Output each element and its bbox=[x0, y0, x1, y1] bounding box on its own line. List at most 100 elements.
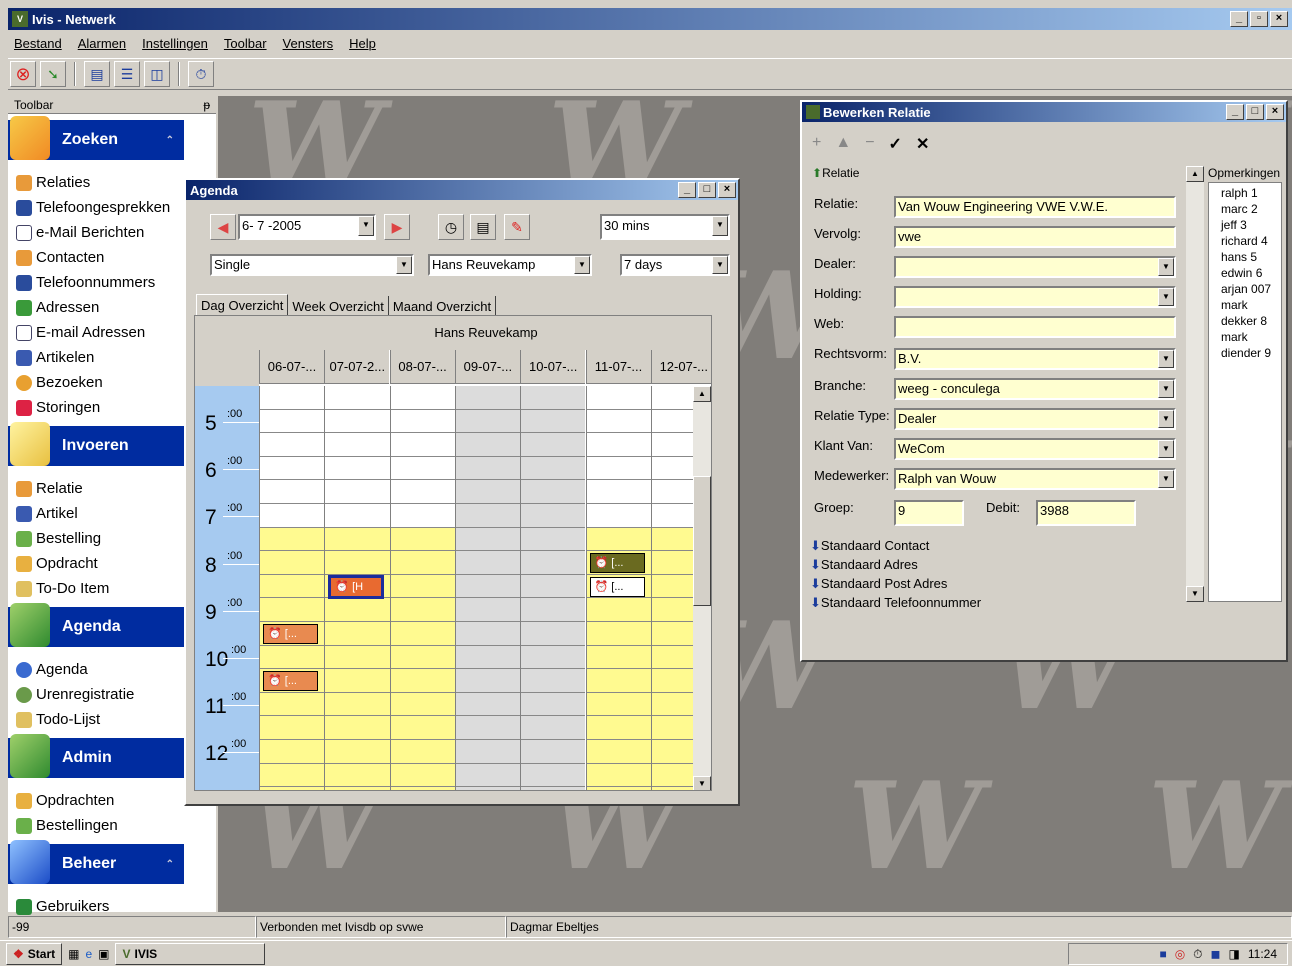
day-column[interactable] bbox=[454, 386, 521, 790]
day-header[interactable]: 11-07-... bbox=[585, 350, 651, 384]
task-ivis[interactable]: V IVIS bbox=[115, 942, 266, 965]
chevron-down-icon[interactable]: ▼ bbox=[712, 256, 728, 274]
group-invoeren[interactable]: Invoeren bbox=[8, 422, 184, 466]
chevron-down-icon[interactable]: ▼ bbox=[358, 216, 374, 236]
day-header[interactable]: 06-07-... bbox=[259, 350, 324, 384]
chevron-down-icon[interactable]: ▼ bbox=[1158, 380, 1174, 398]
klantvan-select[interactable]: WeCom ▼ bbox=[894, 438, 1176, 460]
opmerking-item[interactable]: marc 2 bbox=[1221, 201, 1281, 217]
section-standaard-telefoonnummer[interactable]: ⬇Standaard Telefoonnummer bbox=[810, 595, 1184, 607]
menu-instellingen[interactable]: Instellingen bbox=[142, 36, 208, 51]
scroll-down-button[interactable]: ▼ bbox=[693, 776, 711, 790]
cascade-button[interactable]: ▤ bbox=[84, 61, 110, 87]
day-header[interactable]: 07-07-2... bbox=[324, 350, 390, 384]
section-standaard-contact[interactable]: ⬇Standaard Contact bbox=[810, 538, 1184, 557]
mode-select[interactable]: Single ▼ bbox=[210, 254, 414, 276]
opmerking-item[interactable]: arjan 007 bbox=[1221, 281, 1281, 297]
day-column[interactable] bbox=[389, 386, 455, 790]
scroll-up-button[interactable]: ▲ bbox=[693, 386, 711, 402]
scroll-thumb[interactable] bbox=[693, 476, 711, 606]
debit-field[interactable]: 3988 bbox=[1036, 500, 1136, 526]
tile-vertical-button[interactable]: ◫ bbox=[144, 61, 170, 87]
collapse-icon[interactable]: ⌃ bbox=[166, 859, 174, 870]
section-standaard-post-adres[interactable]: ⬇Standaard Post Adres bbox=[810, 576, 1184, 595]
channel-icon[interactable]: ▣ bbox=[98, 947, 109, 961]
next-day-button[interactable]: ▶ bbox=[384, 214, 410, 240]
opmerking-item[interactable]: edwin 6 bbox=[1221, 265, 1281, 281]
day-column[interactable] bbox=[259, 386, 325, 790]
maximize-button[interactable]: □ bbox=[698, 182, 716, 198]
cancel-icon[interactable]: ✕ bbox=[916, 134, 929, 154]
timer-button[interactable]: ⏱ bbox=[188, 61, 214, 87]
maximize-button[interactable]: □ bbox=[1246, 104, 1264, 120]
dealer-select[interactable]: ▼ bbox=[894, 256, 1176, 278]
day-header[interactable]: 09-07-... bbox=[454, 350, 520, 384]
up-icon[interactable]: ▲ bbox=[835, 134, 851, 154]
opmerking-item[interactable]: hans 5 bbox=[1221, 249, 1281, 265]
edit-button[interactable]: ✎ bbox=[504, 214, 530, 240]
menu-vensters[interactable]: Vensters bbox=[283, 36, 334, 51]
tray-clock-icon[interactable]: ⏱ bbox=[1193, 947, 1202, 962]
appointment[interactable]: ⏰ [... bbox=[263, 624, 319, 644]
add-icon[interactable]: + bbox=[812, 134, 821, 154]
appointment[interactable]: ⏰ [H bbox=[328, 574, 384, 599]
day-header[interactable]: 12-07-... bbox=[650, 350, 711, 384]
chevron-down-icon[interactable]: ▼ bbox=[1158, 410, 1174, 428]
day-header[interactable]: 10-07-... bbox=[520, 350, 586, 384]
opmerking-item[interactable]: diender 9 bbox=[1221, 345, 1281, 361]
group-admin[interactable]: Admin bbox=[8, 734, 184, 778]
menu-toolbar[interactable]: Toolbar bbox=[224, 36, 267, 51]
chevron-down-icon[interactable]: ▼ bbox=[1158, 470, 1174, 488]
user-select[interactable]: Hans Reuvekamp ▼ bbox=[428, 254, 592, 276]
web-field[interactable] bbox=[894, 316, 1176, 338]
chevron-down-icon[interactable]: ▼ bbox=[712, 216, 728, 236]
section-standaard-adres[interactable]: ⬇Standaard Adres bbox=[810, 557, 1184, 576]
minimize-button[interactable]: _ bbox=[1230, 11, 1248, 27]
chevron-down-icon[interactable]: ▼ bbox=[1158, 440, 1174, 458]
group-beheer[interactable]: Beheer ⌃ bbox=[8, 840, 184, 884]
minimize-button[interactable]: _ bbox=[678, 182, 696, 198]
tab-week-overzicht[interactable]: Week Overzicht bbox=[288, 296, 389, 317]
medewerker-select[interactable]: Ralph van Wouw ▼ bbox=[894, 468, 1176, 490]
chevron-down-icon[interactable]: ▼ bbox=[1158, 288, 1174, 306]
remove-icon[interactable]: − bbox=[865, 134, 874, 154]
vertical-scrollbar[interactable]: ▲ ▼ bbox=[693, 386, 711, 790]
relatietype-select[interactable]: Dealer ▼ bbox=[894, 408, 1176, 430]
opmerking-item[interactable]: dekker 8 bbox=[1221, 313, 1281, 329]
confirm-icon[interactable]: ✓ bbox=[889, 134, 902, 154]
minimize-button[interactable]: _ bbox=[1226, 104, 1244, 120]
chevron-down-icon[interactable]: ▼ bbox=[1158, 350, 1174, 368]
opmerking-item[interactable]: richard 4 bbox=[1221, 233, 1281, 249]
tab-dag-overzicht[interactable]: Dag Overzicht bbox=[196, 294, 289, 317]
group-zoeken[interactable]: Zoeken ⌃ bbox=[8, 116, 184, 160]
scroll-up-button[interactable]: ▲ bbox=[1186, 166, 1204, 182]
tray-network-icon[interactable]: ■ bbox=[1159, 947, 1166, 961]
opmerking-item[interactable]: ralph 1 bbox=[1221, 185, 1281, 201]
tab-maand-overzicht[interactable]: Maand Overzicht bbox=[389, 296, 497, 317]
appointment[interactable]: ⏰ [... bbox=[589, 576, 645, 597]
close-button[interactable]: × bbox=[718, 182, 736, 198]
vervolg-field[interactable]: vwe bbox=[894, 226, 1176, 248]
day-header[interactable]: 08-07-... bbox=[389, 350, 455, 384]
chevron-down-icon[interactable]: ▼ bbox=[1158, 258, 1174, 276]
day-column[interactable] bbox=[520, 386, 586, 790]
section-relatie[interactable]: ⬆Relatie bbox=[812, 166, 859, 180]
start-button[interactable]: ❖ Start bbox=[6, 942, 63, 965]
desktop-icon[interactable]: ▦ bbox=[68, 947, 79, 961]
close-button[interactable]: × bbox=[1270, 11, 1288, 27]
menu-bestand[interactable]: Bestand bbox=[14, 36, 62, 51]
scroll-down-button[interactable]: ▼ bbox=[1186, 586, 1204, 602]
collapse-icon[interactable]: ⌃ bbox=[166, 135, 174, 146]
opmerkingen-list[interactable]: ralph 1 marc 2 jeff 3 richard 4 hans 5 edwin … bbox=[1208, 182, 1282, 602]
view-list-button[interactable]: ▤ bbox=[470, 214, 496, 240]
chevron-down-icon[interactable]: ▼ bbox=[396, 256, 412, 274]
sidebar-item-bestellingen[interactable]: Bestellingen bbox=[8, 813, 216, 838]
holding-select[interactable]: ▼ bbox=[894, 286, 1176, 308]
pin-icon[interactable]: ᵽ bbox=[203, 98, 210, 112]
stop-button[interactable]: ⊗ bbox=[10, 61, 36, 87]
view-day-button[interactable]: ◷ bbox=[438, 214, 464, 240]
opmerking-item[interactable]: mark bbox=[1221, 329, 1281, 345]
tray-volume-icon[interactable]: ◨ bbox=[1229, 947, 1240, 961]
groep-field[interactable]: 9 bbox=[894, 500, 964, 526]
tool-button[interactable]: ➘ bbox=[40, 61, 66, 87]
